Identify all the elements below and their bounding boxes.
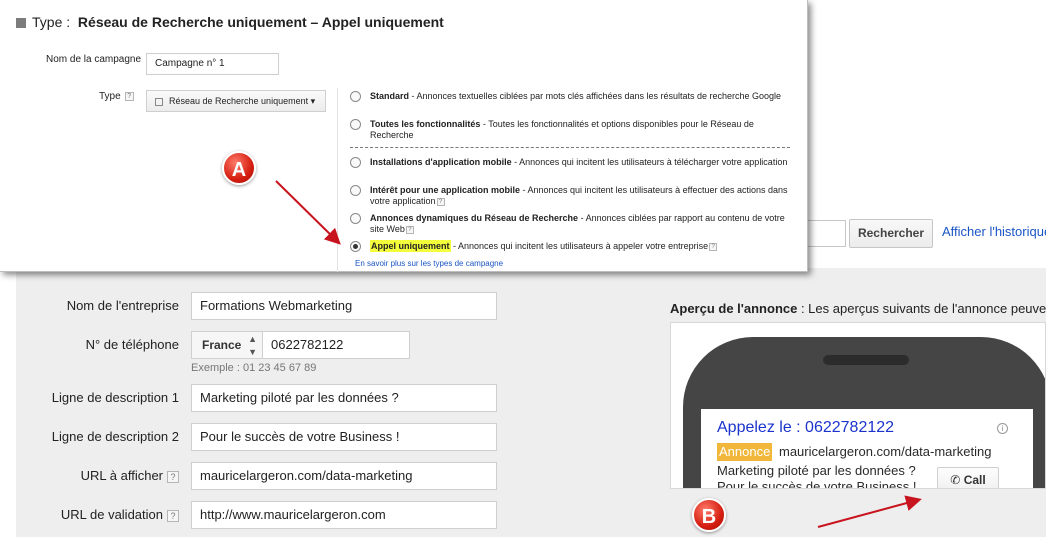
- arrow-b: [817, 495, 922, 528]
- marker-b: B: [692, 498, 726, 532]
- marker-a: A: [222, 151, 256, 185]
- arrow-a: [275, 180, 341, 245]
- annotation-arrows: [275, 180, 922, 528]
